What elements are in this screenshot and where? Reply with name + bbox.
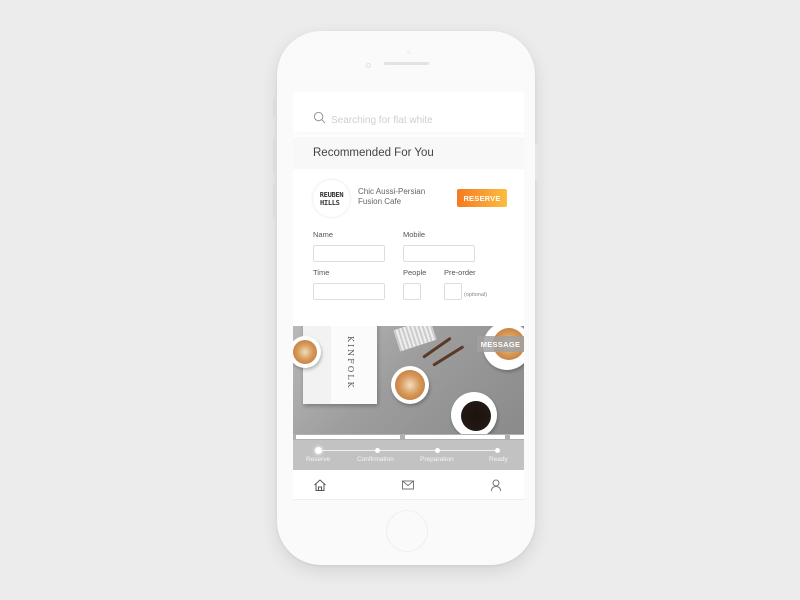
- mail-icon: [401, 479, 415, 496]
- cafe-description: Chic Aussi-Persian Fusion Cafe: [358, 187, 426, 206]
- magazine-title: KINFOLK: [346, 336, 355, 390]
- logo-line-1: REUBEN: [319, 190, 344, 199]
- progress-dot-reserve: [315, 447, 322, 454]
- time-field[interactable]: [313, 283, 385, 300]
- search-icon: [313, 111, 326, 129]
- search-bar: [293, 92, 524, 132]
- mobile-label: Mobile: [403, 230, 426, 239]
- carousel-indicator[interactable]: [510, 435, 524, 439]
- step-label: Preparation: [420, 456, 454, 463]
- order-progress: Reserve Confirmation Preparation Ready: [293, 440, 524, 470]
- app-screen: Recommended For You REUBEN HILLS Chic Au…: [293, 92, 524, 500]
- carousel-indicator[interactable]: [296, 435, 400, 439]
- earpiece-speaker: [384, 62, 429, 65]
- preorder-label: Pre-order: [444, 268, 476, 277]
- carousel-indicator[interactable]: [405, 435, 505, 439]
- preorder-field[interactable]: [444, 283, 462, 300]
- tab-home[interactable]: [313, 478, 327, 492]
- power-button: [535, 144, 538, 180]
- newspaper: [393, 326, 437, 352]
- tab-messages[interactable]: [401, 478, 415, 492]
- name-label: Name: [313, 230, 334, 239]
- home-icon: [313, 479, 327, 496]
- progress-line: [318, 450, 498, 451]
- logo-line-2: HILLS: [320, 198, 340, 207]
- progress-dot-confirmation: [375, 448, 380, 453]
- people-field[interactable]: [403, 283, 421, 300]
- time-label: Time: [313, 268, 330, 277]
- search-input[interactable]: [331, 114, 511, 126]
- step-label: Ready: [489, 456, 508, 463]
- mute-switch: [273, 98, 277, 116]
- step-label: Confirmation: [357, 456, 394, 463]
- cafe-card: REUBEN HILLS Chic Aussi-Persian Fusion C…: [293, 172, 524, 322]
- reserve-button[interactable]: RESERVE: [457, 189, 507, 207]
- volume-down-button: [273, 183, 277, 219]
- step-label: Reserve: [306, 456, 331, 463]
- volume-up-button: [273, 138, 277, 174]
- progress-dot-preparation: [435, 448, 440, 453]
- tab-profile[interactable]: [489, 478, 503, 492]
- name-field[interactable]: [313, 245, 385, 262]
- section-title: Recommended For You: [293, 137, 524, 169]
- optional-note: (optional): [464, 292, 487, 298]
- home-button[interactable]: [386, 510, 428, 552]
- cafe-logo: REUBEN HILLS: [313, 180, 350, 217]
- front-camera: [366, 63, 371, 68]
- user-icon: [489, 479, 503, 496]
- cafe-photo: KINFOLK MESSAGE: [293, 326, 524, 436]
- bottom-tab-bar: [293, 470, 524, 500]
- message-button[interactable]: MESSAGE: [477, 336, 524, 352]
- progress-dot-ready: [495, 448, 500, 453]
- people-label: People: [403, 268, 427, 277]
- proximity-sensor: [407, 51, 410, 54]
- mobile-field[interactable]: [403, 245, 475, 262]
